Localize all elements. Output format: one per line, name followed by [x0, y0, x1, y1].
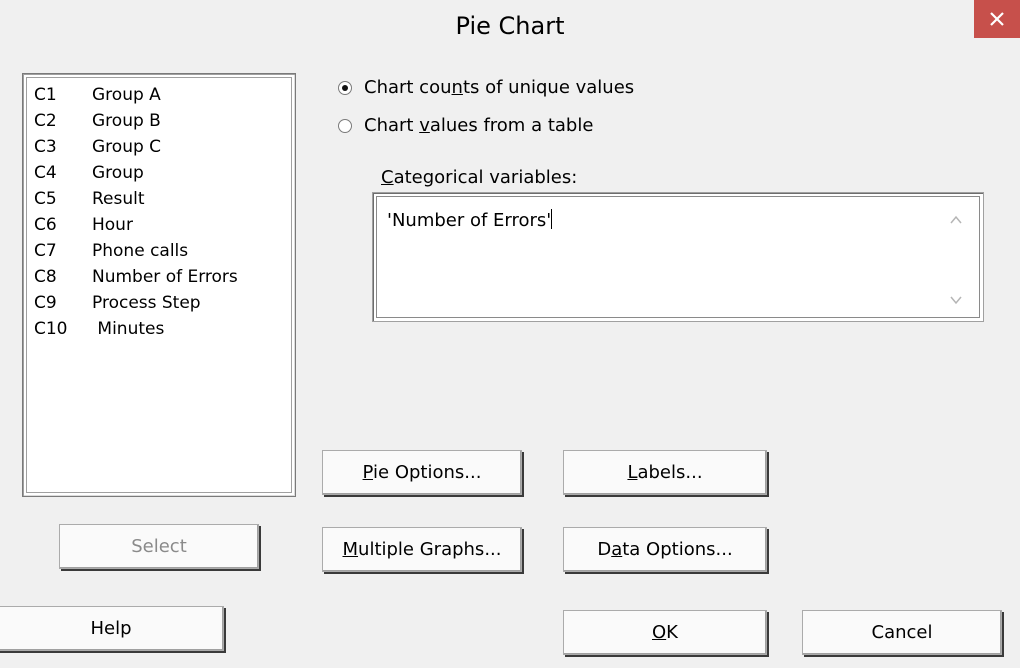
- categorical-variables-value: 'Number of Errors': [387, 209, 553, 233]
- variable-column-id: C2: [34, 111, 57, 131]
- variable-name: Process Step: [92, 293, 201, 313]
- ok-button[interactable]: OK: [563, 610, 767, 655]
- variable-name: Group C: [92, 137, 162, 157]
- variable-column-id: C8: [34, 267, 57, 287]
- radio-chart-table[interactable]: Chart values from a table: [338, 112, 593, 140]
- variable-name: Result: [92, 189, 145, 209]
- list-item[interactable]: C6 Hour: [34, 212, 133, 238]
- radio-chart-table-circle[interactable]: [338, 119, 352, 133]
- multiple-graphs-button[interactable]: Multiple Graphs...: [322, 527, 522, 572]
- data-options-button[interactable]: Data Options...: [563, 527, 767, 572]
- variable-name: Group A: [92, 85, 161, 105]
- variable-name: Group: [92, 163, 144, 183]
- scroll-down-arrow-icon[interactable]: [949, 293, 963, 307]
- variable-column-id: C3: [34, 137, 57, 157]
- variables-list[interactable]: C1 Group A C2 Group B C3 Group C C4 Group C5 Resu…: [22, 73, 296, 497]
- variable-name: Number of Errors: [92, 267, 238, 287]
- list-item[interactable]: C7 Phone calls: [34, 238, 188, 264]
- radio-chart-counts-circle[interactable]: [338, 81, 352, 95]
- variable-name: Minutes: [92, 319, 165, 339]
- variable-column-id: C4: [34, 163, 57, 183]
- scroll-up-arrow-icon[interactable]: [949, 213, 963, 227]
- title-bar: Pie Chart: [0, 0, 1020, 62]
- radio-chart-counts[interactable]: Chart counts of unique values: [338, 74, 634, 102]
- close-icon: [990, 12, 1004, 26]
- categorical-variables-input-inner: 'Number of Errors': [376, 196, 980, 318]
- help-button[interactable]: Help: [0, 606, 224, 651]
- variable-column-id: C10: [34, 319, 68, 339]
- help-button-label: Help: [90, 618, 132, 639]
- select-button[interactable]: Select: [59, 524, 259, 569]
- radio-chart-table-label: Chart values from a table: [364, 115, 594, 136]
- variable-column-id: C9: [34, 293, 57, 313]
- categorical-variables-input[interactable]: 'Number of Errors': [372, 192, 984, 322]
- radio-chart-counts-label: Chart counts of unique values: [364, 77, 635, 98]
- variable-column-id: C1: [34, 85, 57, 105]
- list-item[interactable]: C9 Process Step: [34, 290, 201, 316]
- list-item[interactable]: C4 Group: [34, 160, 144, 186]
- labels-button[interactable]: Labels...: [563, 450, 767, 495]
- cancel-button-label: Cancel: [871, 622, 933, 643]
- list-item[interactable]: C1 Group A: [34, 82, 161, 108]
- list-item[interactable]: C5 Result: [34, 186, 145, 212]
- variable-column-id: C5: [34, 189, 57, 209]
- radio-selected-dot: [342, 85, 348, 91]
- close-button[interactable]: [974, 0, 1020, 38]
- variable-name: Hour: [92, 215, 133, 235]
- list-item[interactable]: C10 Minutes: [34, 316, 164, 342]
- cancel-button[interactable]: Cancel: [802, 610, 1002, 655]
- pie-options-button[interactable]: Pie Options...: [322, 450, 522, 495]
- variable-column-id: C6: [34, 215, 57, 235]
- variable-name: Phone calls: [92, 241, 189, 261]
- categorical-variables-text: 'Number of Errors': [387, 210, 552, 231]
- text-caret: [551, 209, 553, 229]
- select-button-label: Select: [131, 536, 187, 557]
- variables-list-inner: C1 Group A C2 Group B C3 Group C C4 Group C5 Resu…: [26, 77, 292, 493]
- list-item[interactable]: C8 Number of Errors: [34, 264, 238, 290]
- list-item[interactable]: C2 Group B: [34, 108, 161, 134]
- list-item[interactable]: C3 Group C: [34, 134, 161, 160]
- variable-name: Group B: [92, 111, 161, 131]
- variable-column-id: C7: [34, 241, 57, 261]
- window-title: Pie Chart: [455, 12, 565, 40]
- categorical-variables-label: Categorical variables:: [381, 167, 578, 188]
